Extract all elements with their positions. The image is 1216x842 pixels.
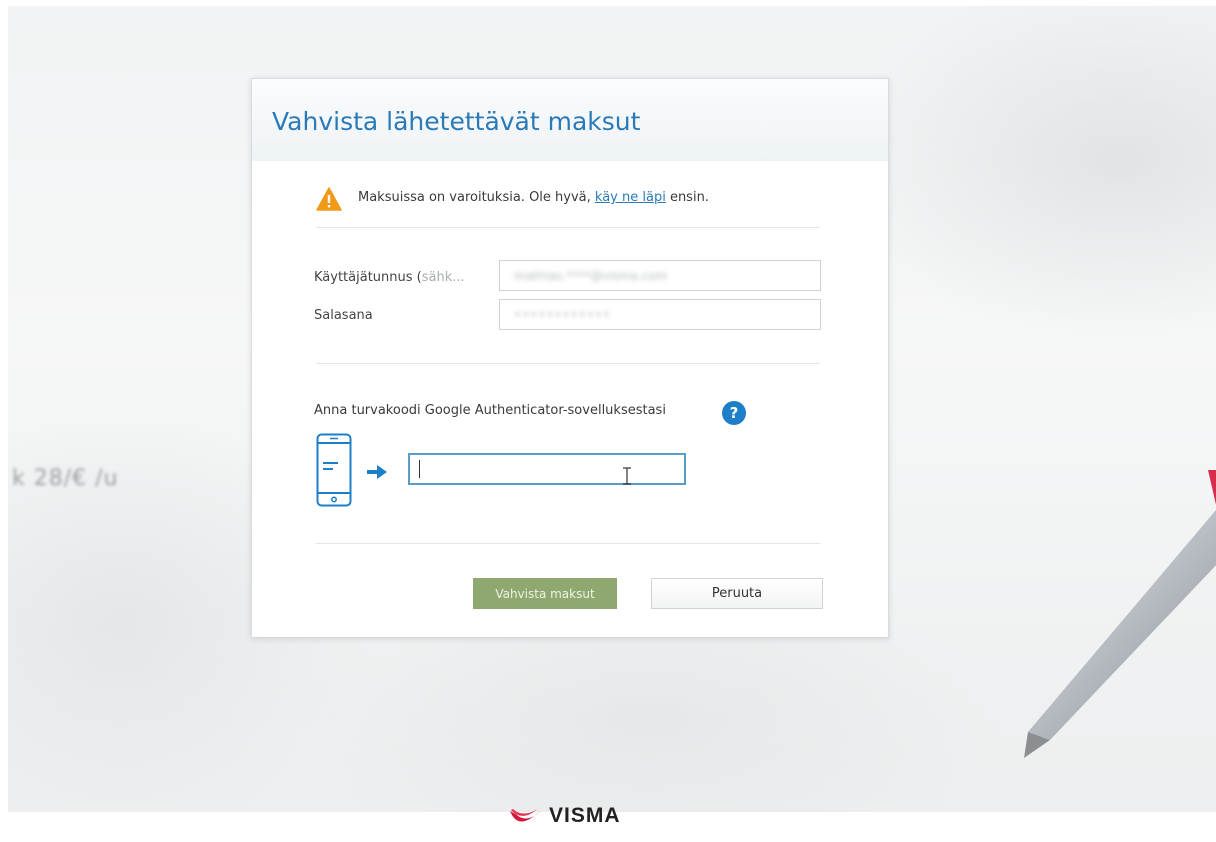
warning-text-after: ensin. — [665, 190, 709, 205]
security-code-input[interactable] — [408, 453, 686, 485]
username-label: Käyttäjätunnus (sähk... — [314, 270, 465, 285]
pen-image — [1024, 470, 1216, 758]
dialog-title: Vahvista lähetettävät maksut — [272, 107, 641, 136]
authenticator-label: Anna turvakoodi Google Authenticator-sov… — [314, 403, 666, 418]
username-label-muted: sähk... — [421, 270, 465, 285]
help-icon[interactable]: ? — [722, 401, 746, 425]
warning-triangle-icon — [316, 187, 342, 211]
text-cursor — [419, 460, 420, 478]
frame-top — [0, 0, 1216, 6]
visma-logo-icon — [510, 809, 540, 822]
warning-text: Maksuissa on varoituksia. Ole hyvä, käy … — [358, 190, 709, 205]
review-warnings-link[interactable]: käy ne läpi — [595, 190, 666, 205]
password-label: Salasana — [314, 308, 373, 323]
ibeam-cursor-icon — [623, 467, 631, 485]
username-label-main: Käyttäjätunnus ( — [314, 270, 422, 285]
username-value: mathias.****@visma.com — [514, 269, 668, 283]
username-field[interactable]: mathias.****@visma.com — [499, 260, 821, 291]
page-background: k 28/€ /u Vahvista lähetettävät maksut M… — [0, 0, 1216, 842]
password-field[interactable]: •••••••••••• — [499, 299, 821, 330]
divider — [316, 363, 820, 364]
background-blurred-text: k 28/€ /u — [12, 466, 119, 491]
visma-wordmark: VISMA — [549, 804, 621, 827]
arrow-right-icon — [367, 465, 387, 479]
divider — [316, 227, 820, 228]
confirm-payments-dialog: Vahvista lähetettävät maksut Maksuissa o… — [251, 78, 889, 638]
password-value: •••••••••••• — [514, 308, 611, 322]
divider — [316, 543, 820, 544]
phone-icon — [316, 433, 352, 507]
confirm-payments-button[interactable]: Vahvista maksut — [473, 578, 617, 609]
cancel-button[interactable]: Peruuta — [651, 578, 823, 609]
frame-left — [0, 0, 8, 842]
dialog-header: Vahvista lähetettävät maksut — [252, 79, 888, 161]
warning-text-before: Maksuissa on varoituksia. Ole hyvä, — [358, 190, 595, 205]
